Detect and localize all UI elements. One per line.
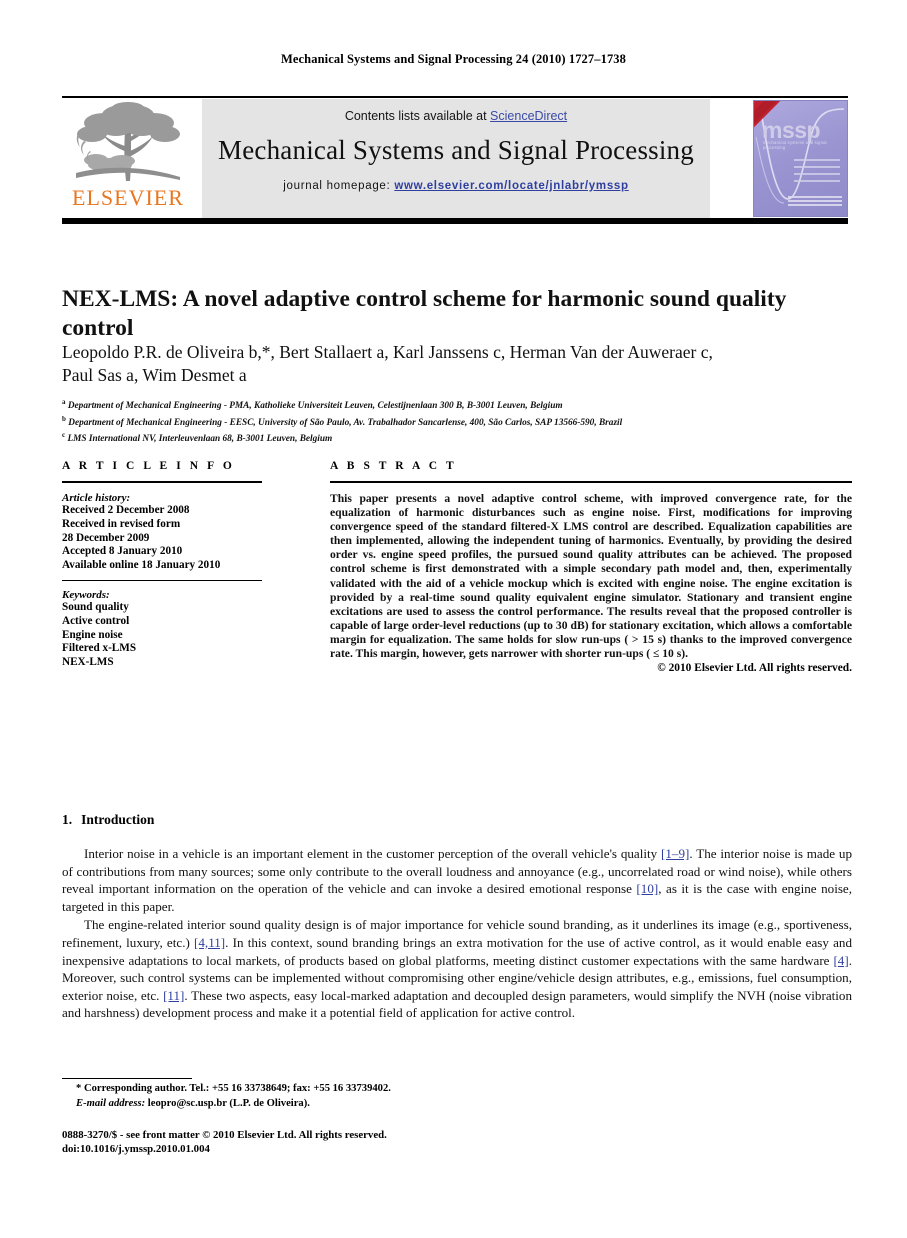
doi-line: doi:10.1016/j.ymssp.2010.01.004 xyxy=(62,1143,210,1155)
article-info-heading: A R T I C L E I N F O xyxy=(62,460,235,472)
imprint-block: 0888-3270/$ - see front matter © 2010 El… xyxy=(62,1128,562,1156)
article-info-column: A R T I C L E I N F O Article history: R… xyxy=(62,460,262,670)
copyright-line: © 2010 Elsevier Ltd. All rights reserved… xyxy=(657,662,852,675)
email-note: E-mail address: leopro@sc.usp.br (L.P. d… xyxy=(62,1097,562,1112)
article-page: Mechanical Systems and Signal Processing… xyxy=(0,0,907,1238)
affiliation-item: c LMS International NV, Interleuvenlaan … xyxy=(62,429,852,446)
keyword-item: Filtered x-LMS xyxy=(62,642,137,655)
cover-text-lines xyxy=(794,159,840,187)
cover-image: mssp mechanical systems and signal proce… xyxy=(753,100,848,217)
cover-footer-lines xyxy=(788,194,842,208)
paragraph: Interior noise in a vehicle is an import… xyxy=(62,845,852,915)
elsevier-tree-icon xyxy=(76,102,180,181)
history-item: Received in revised form xyxy=(62,517,181,530)
contents-lists-line: Contents lists available at ScienceDirec… xyxy=(202,109,710,123)
affiliation-marker: c xyxy=(62,431,66,439)
email-label: E-mail address: xyxy=(76,1097,146,1109)
citation-link[interactable]: [10] xyxy=(636,881,658,896)
journal-masthead: ELSEVIER Contents lists available at Sci… xyxy=(62,96,848,224)
journal-cover-thumbnail: mssp mechanical systems and signal proce… xyxy=(714,99,848,218)
author-list: Leopoldo P.R. de Oliveira b,*, Bert Stal… xyxy=(62,341,854,387)
footnote-rule xyxy=(62,1078,192,1079)
section-heading-introduction: 1. Introduction xyxy=(62,812,154,828)
citation-link[interactable]: [4,11] xyxy=(194,935,225,950)
history-item: 28 December 2009 xyxy=(62,531,150,544)
abstract-rule xyxy=(330,481,852,483)
article-history-list: Received 2 December 2008 Received in rev… xyxy=(62,504,262,573)
running-head: Mechanical Systems and Signal Processing… xyxy=(280,52,626,66)
article-info-rule xyxy=(62,481,262,483)
affiliation-marker: a xyxy=(62,398,66,406)
history-item: Accepted 8 January 2010 xyxy=(62,545,183,558)
keywords-list: Sound quality Active control Engine nois… xyxy=(62,601,262,670)
citation-link[interactable]: [4] xyxy=(833,953,848,968)
keywords-label: Keywords: xyxy=(62,588,110,601)
introduction-body: Interior noise in a vehicle is an import… xyxy=(62,845,852,1022)
abstract-column: A B S T R A C T This paper presents a no… xyxy=(330,460,852,674)
page-title: NEX-LMS: A novel adaptive control scheme… xyxy=(62,285,787,341)
abstract-heading: A B S T R A C T xyxy=(330,460,457,472)
affiliation-text: LMS International NV, Interleuvenlaan 68… xyxy=(67,434,333,445)
email-value: leopro@sc.usp.br (L.P. de Oliveira). xyxy=(145,1097,310,1109)
affiliation-text: Department of Mechanical Engineering - E… xyxy=(68,417,623,428)
affiliation-marker: b xyxy=(62,414,66,423)
section-number: 1. xyxy=(62,812,73,827)
keyword-item: Sound quality xyxy=(62,600,129,613)
affiliation-item: b Department of Mechanical Engineering -… xyxy=(62,413,852,430)
footnote-block: * Corresponding author. Tel.: +55 16 337… xyxy=(62,1082,562,1111)
journal-homepage-line: journal homepage: www.elsevier.com/locat… xyxy=(202,180,710,192)
citation-link[interactable]: [11] xyxy=(163,988,184,1003)
corresponding-author-note: * Corresponding author. Tel.: +55 16 337… xyxy=(76,1083,391,1094)
affiliation-list: a Department of Mechanical Engineering -… xyxy=(62,396,852,446)
article-history-label: Article history: xyxy=(62,492,131,504)
citation-link[interactable]: [1–9] xyxy=(661,846,689,861)
sciencedirect-link[interactable]: ScienceDirect xyxy=(490,109,567,123)
history-item: Received 2 December 2008 xyxy=(62,504,190,516)
paragraph-text: Interior noise in a vehicle is an import… xyxy=(84,846,662,861)
keyword-item: Engine noise xyxy=(62,628,123,641)
homepage-prefix: journal homepage: xyxy=(283,180,395,192)
cover-subtitle-text: mechanical systems and signal processing xyxy=(763,140,827,150)
paragraph: The engine-related interior sound qualit… xyxy=(62,916,852,1022)
contents-prefix: Contents lists available at xyxy=(344,109,491,123)
keyword-item: Active control xyxy=(62,614,130,627)
journal-title: Mechanical Systems and Signal Processing xyxy=(218,135,694,165)
affiliation-text: Department of Mechanical Engineering - P… xyxy=(67,401,563,412)
author-line-2: Paul Sas a, Wim Desmet a xyxy=(62,365,247,385)
journal-homepage-link[interactable]: www.elsevier.com/locate/jnlabr/ymssp xyxy=(394,180,628,192)
elsevier-wordmark: ELSEVIER xyxy=(72,185,184,210)
keyword-item: NEX-LMS xyxy=(62,656,114,669)
section-title: Introduction xyxy=(81,812,155,827)
issn-line: 0888-3270/$ - see front matter © 2010 El… xyxy=(62,1129,387,1141)
masthead-top-rule xyxy=(62,96,848,98)
abstract-text: This paper presents a novel adaptive con… xyxy=(330,492,852,661)
keywords-rule xyxy=(62,579,262,581)
author-line-1: Leopoldo P.R. de Oliveira b,*, Bert Stal… xyxy=(62,342,713,362)
masthead-banner: Contents lists available at ScienceDirec… xyxy=(202,99,710,218)
elsevier-logo: ELSEVIER xyxy=(62,99,194,218)
history-item: Available online 18 January 2010 xyxy=(62,559,221,572)
masthead-bottom-rule xyxy=(62,218,848,224)
affiliation-item: a Department of Mechanical Engineering -… xyxy=(62,396,852,413)
